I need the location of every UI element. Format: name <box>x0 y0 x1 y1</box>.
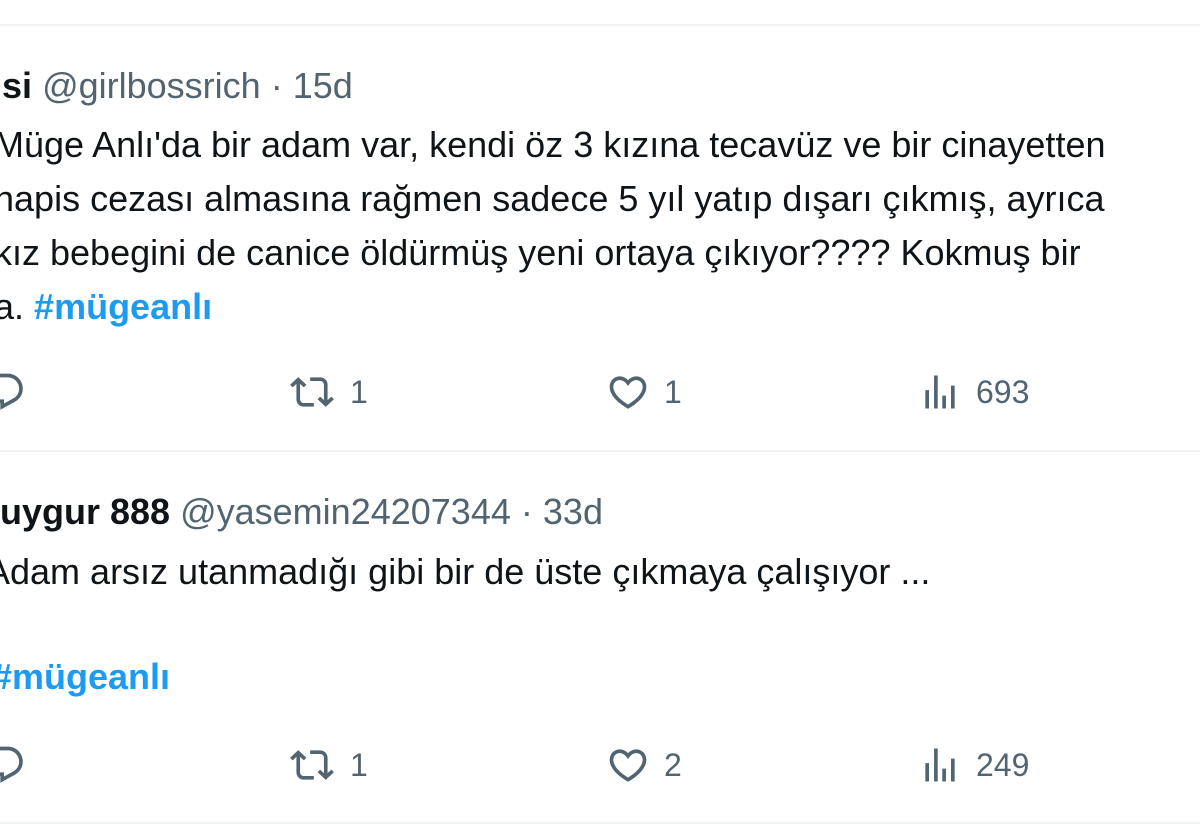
tweet-header: Sisi @girlbossrich · 15d <box>0 64 353 108</box>
retweet-count: 1 <box>350 374 368 410</box>
timestamp[interactable]: 15d <box>293 65 353 106</box>
timestamp[interactable]: 33d <box>543 491 603 532</box>
user-handle[interactable]: @yasemin24207344 <box>180 491 511 532</box>
tweet-actions: 1 1 693 <box>0 368 1200 416</box>
views-icon <box>918 370 962 414</box>
view-count: 693 <box>976 374 1030 410</box>
tweet-text-line: a. #mügeanlı <box>0 280 1105 334</box>
like-button[interactable]: 1 <box>606 368 682 416</box>
retweet-button[interactable]: 1 <box>288 368 368 416</box>
reply-icon <box>0 743 26 787</box>
views-button[interactable]: 249 <box>918 741 1029 789</box>
reply-button[interactable] <box>0 368 40 416</box>
views-button[interactable]: 693 <box>918 368 1029 416</box>
display-name[interactable]: Sisi <box>0 65 32 106</box>
heart-icon <box>606 370 650 414</box>
tweet-header: Duygur 888 @yasemin24207344 · 33d <box>0 490 603 534</box>
heart-icon <box>606 743 650 787</box>
tweet-text: #mügeanlı <box>0 650 170 704</box>
separator-dot: · <box>270 65 283 106</box>
tweet-text-line: #mügeanlı <box>0 650 170 704</box>
tweet-text-fragment: a. <box>0 286 25 327</box>
like-count: 1 <box>664 374 682 410</box>
tweet[interactable]: Sisi @girlbossrich · 15d Müge Anlı'da bi… <box>0 0 1200 452</box>
retweet-icon <box>288 743 336 787</box>
tweet-text: Adam arsız utanmadığı gibi bir de üste ç… <box>0 545 930 599</box>
user-handle[interactable]: @girlbossrich <box>42 65 261 106</box>
views-icon <box>918 743 962 787</box>
tweet-text-line: hapis cezası almasına rağmen sadece 5 yı… <box>0 178 1105 219</box>
tweet[interactable]: Duygur 888 @yasemin24207344 · 33d Adam a… <box>0 452 1200 824</box>
retweet-button[interactable]: 1 <box>288 741 368 789</box>
display-name[interactable]: Duygur 888 <box>0 491 170 532</box>
reply-icon <box>0 370 26 414</box>
hashtag-link[interactable]: #mügeanlı <box>0 656 170 697</box>
tweet-text: Müge Anlı'da bir adam var, kendi öz 3 kı… <box>0 118 1105 334</box>
tweet-actions: 1 2 249 <box>0 741 1200 789</box>
tweet-text-line: Müge Anlı'da bir adam var, kendi öz 3 kı… <box>0 124 1106 165</box>
retweet-count: 1 <box>350 747 368 783</box>
retweet-icon <box>288 370 336 414</box>
separator-dot: · <box>520 491 533 532</box>
like-button[interactable]: 2 <box>606 741 682 789</box>
reply-button[interactable] <box>0 741 40 789</box>
tweet-text-line: kız bebegini de canice öldürmüş yeni ort… <box>0 232 1081 273</box>
tweet-feed: Sisi @girlbossrich · 15d Müge Anlı'da bi… <box>0 0 1200 824</box>
tweet-text-line: Adam arsız utanmadığı gibi bir de üste ç… <box>0 551 931 592</box>
like-count: 2 <box>664 747 682 783</box>
view-count: 249 <box>976 747 1030 783</box>
hashtag-link[interactable]: #mügeanlı <box>34 286 212 327</box>
